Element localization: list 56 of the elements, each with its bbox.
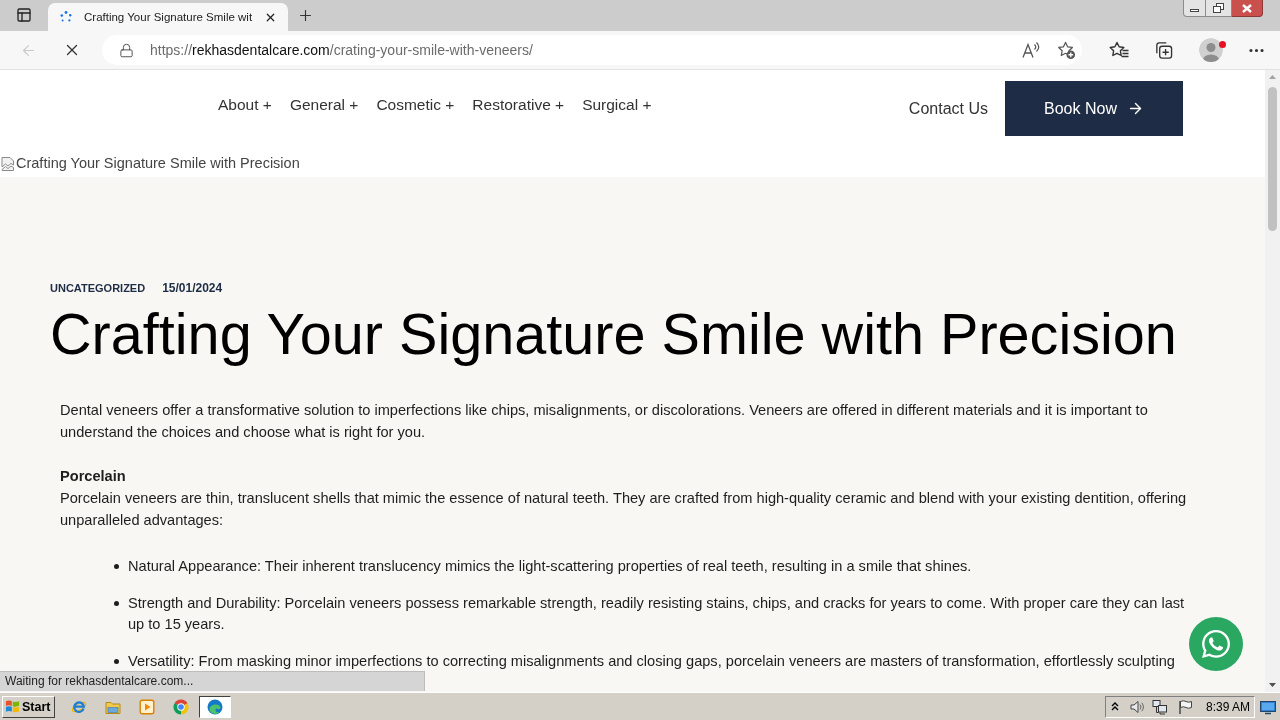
address-field[interactable]: https://rekhasdentalcare.com/crating-your-smile-with-veneers/ bbox=[102, 35, 1082, 65]
list-item-text: Natural Appearance: Their inherent translucency mimics the light-scattering properties of real teeth, resulting in a smile that shines. bbox=[128, 556, 973, 576]
post-title: Crafting Your Signature Smile with Precision bbox=[50, 306, 1177, 364]
bullet-icon bbox=[114, 600, 119, 606]
taskbar-button[interactable] bbox=[199, 695, 231, 718]
bullet-icon bbox=[114, 658, 119, 664]
clock-text[interactable]: 8:39 AM bbox=[1206, 699, 1251, 714]
flag-icon[interactable] bbox=[1177, 698, 1193, 715]
list-item-text: Versatility: From masking minor imperfections to correcting misalignments and closing gaps, porcelain veneers are masters of transformation, effortlessly sculpting bbox=[128, 651, 1176, 671]
list-item-text: Strength and Durability: Porcelain veneers possess remarkable strength, readily resisting stains, chips, and cracks for years to come. With proper care they can last up to 15 years. bbox=[128, 593, 1186, 634]
star-plus-icon[interactable] bbox=[1057, 40, 1076, 60]
book-now-button[interactable]: Book Now bbox=[1005, 81, 1183, 136]
close-icon bbox=[1242, 3, 1252, 13]
close-window-button[interactable] bbox=[1232, 0, 1263, 17]
bullet-icon bbox=[114, 563, 119, 569]
tri-color-circle-icon[interactable] bbox=[173, 698, 189, 715]
read-aloud-icon[interactable] bbox=[1021, 41, 1041, 59]
chevron-up-icon[interactable] bbox=[1111, 702, 1119, 711]
orbit-e-icon[interactable] bbox=[71, 698, 87, 715]
squares-plus-icon[interactable] bbox=[1154, 40, 1173, 60]
tab-title: Crafting Your Signature Smile wit bbox=[84, 9, 253, 25]
plus-icon[interactable] bbox=[297, 7, 314, 24]
intro-paragraph: Dental veneers offer a transformative solution to imperfections like chips, misalignments, or discolorations. Veneers are offered in different materials and it is important to understand the choices and choose what is right for you. bbox=[60, 400, 1149, 442]
contact-link[interactable]: Contact Us bbox=[908, 100, 988, 118]
star-list-icon[interactable] bbox=[1109, 41, 1129, 59]
scroll-thumb[interactable] bbox=[1268, 87, 1277, 231]
image-alt-text: Crafting Your Signature Smile with Precision bbox=[16, 155, 300, 172]
post-category[interactable]: UNCATEGORIZED bbox=[50, 281, 146, 295]
scroll-down-icon[interactable] bbox=[1269, 683, 1276, 687]
browser-tab[interactable]: Crafting Your Signature Smile wit bbox=[48, 3, 288, 31]
monitor-icon[interactable] bbox=[1260, 698, 1276, 715]
nav-link[interactable]: About + bbox=[218, 96, 272, 114]
start-button[interactable]: Start bbox=[2, 695, 55, 718]
url-text: https://rekhasdentalcare.com/crating-your-smile-with-veneers/ bbox=[150, 41, 533, 59]
post-date: 15/01/2024 bbox=[162, 281, 223, 295]
minimize-icon bbox=[1190, 9, 1199, 12]
four-pane-flag-icon bbox=[5, 699, 20, 714]
section-heading: Porcelain bbox=[60, 466, 126, 486]
section-paragraph: Porcelain veneers are thin, translucent shells that mimic the essence of natural teeth. They are crafted from high-quality ceramic and blend with your existing dentition, offering unparalleled advantages: bbox=[60, 488, 1188, 530]
nav-link[interactable]: Restorative + bbox=[472, 96, 565, 114]
phone-bubble-icon bbox=[1200, 628, 1232, 660]
panel-layout-icon[interactable] bbox=[16, 7, 32, 23]
nav-link[interactable]: Surgical + bbox=[582, 96, 652, 114]
network-icon[interactable] bbox=[1152, 698, 1168, 715]
restore-button[interactable] bbox=[1206, 0, 1232, 17]
avatar-icon[interactable] bbox=[1199, 38, 1223, 62]
restore-icon bbox=[1213, 3, 1224, 13]
media-play-icon[interactable] bbox=[139, 698, 155, 715]
minimize-button[interactable] bbox=[1183, 0, 1206, 17]
broken-image-icon bbox=[0, 155, 16, 172]
speaker-icon[interactable] bbox=[1129, 698, 1145, 715]
nav-link[interactable]: General + bbox=[289, 96, 359, 114]
nav-link[interactable]: Cosmetic + bbox=[376, 96, 455, 114]
lock-icon[interactable] bbox=[119, 42, 134, 58]
swirl-icon bbox=[207, 698, 223, 715]
status-bar: Waiting for rekhasdentalcare.com... bbox=[0, 671, 425, 691]
